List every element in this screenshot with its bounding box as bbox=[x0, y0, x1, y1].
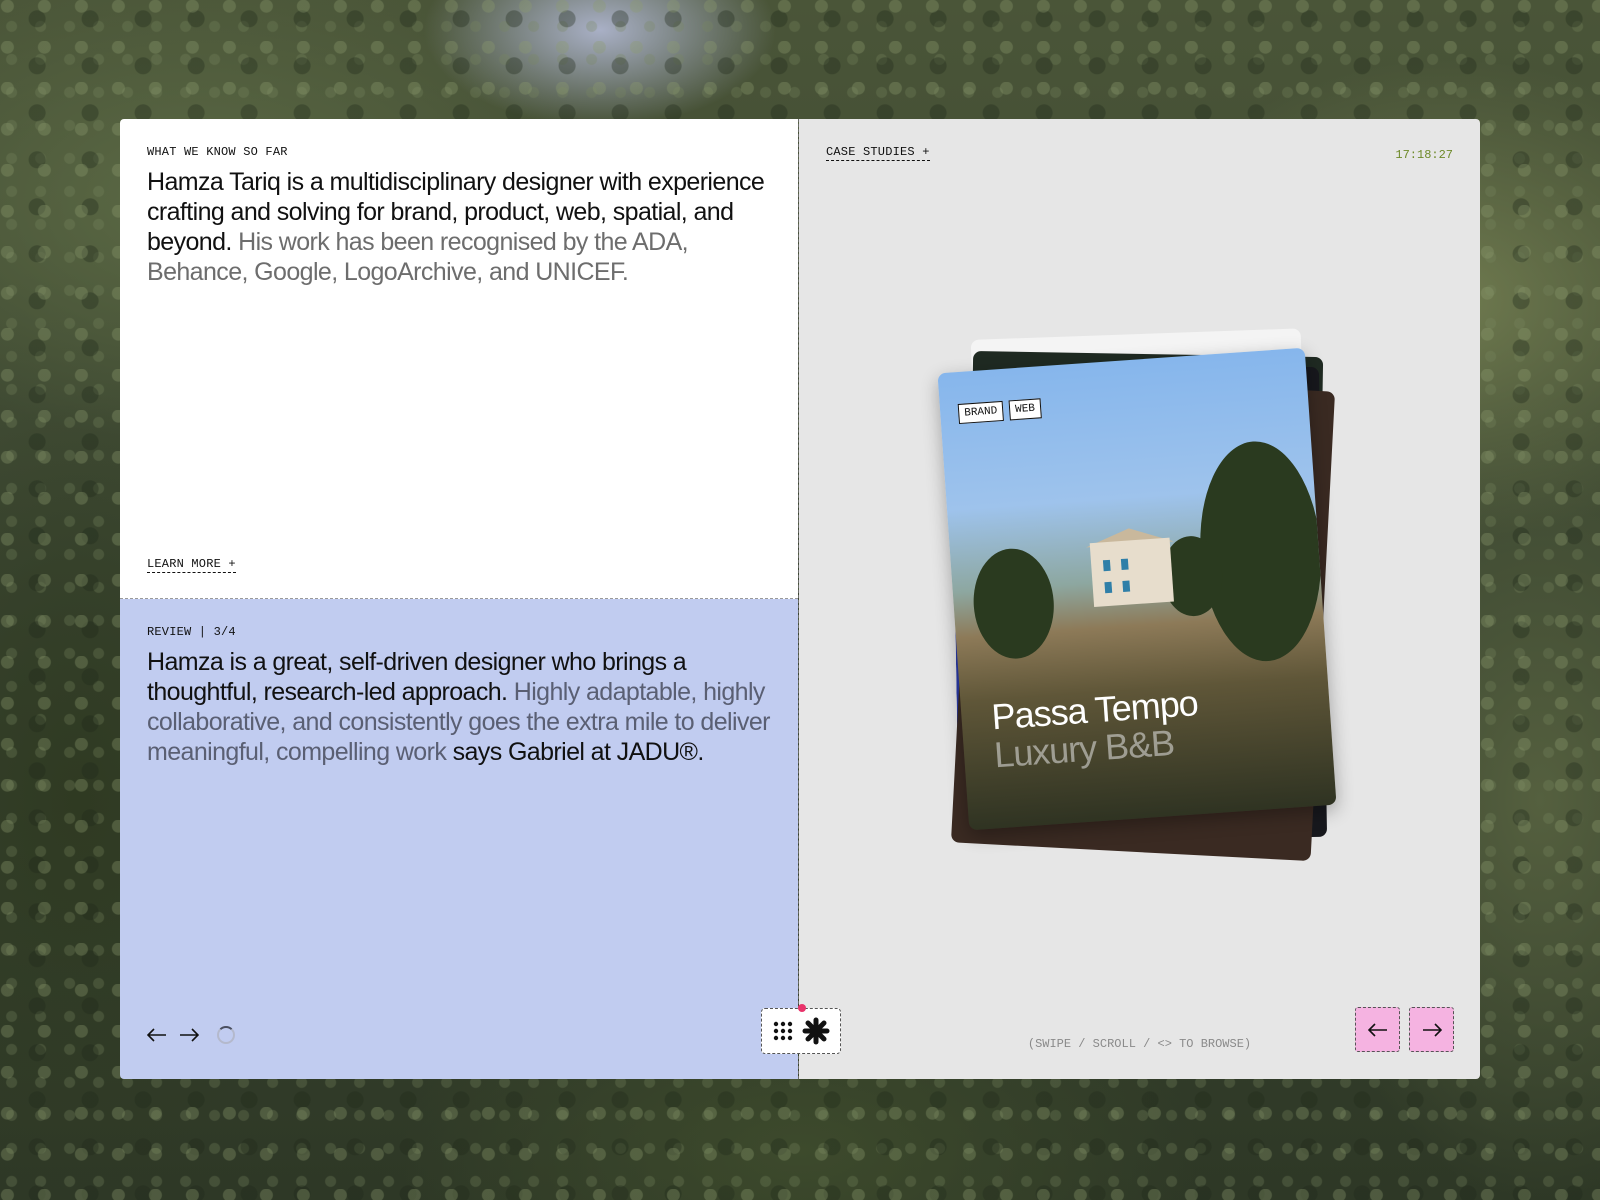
next-case-button[interactable] bbox=[1409, 1007, 1454, 1052]
review-section: REVIEW | 3/4 Hamza is a great, self-driv… bbox=[120, 599, 798, 1079]
spinner-icon bbox=[217, 1026, 235, 1044]
review-label: REVIEW | 3/4 bbox=[147, 625, 236, 639]
asterisk-icon[interactable] bbox=[802, 1017, 830, 1045]
learn-more-link[interactable]: LEARN MORE + bbox=[147, 557, 236, 573]
cover-photo-house bbox=[1089, 537, 1174, 608]
case-study-card[interactable]: BRAND WEB Passa Tempo Luxury B&B bbox=[937, 347, 1337, 831]
arrow-left-icon bbox=[1367, 1022, 1387, 1037]
left-column: WHAT WE KNOW SO FAR Hamza Tariq is a mul… bbox=[120, 119, 799, 1079]
review-nav bbox=[147, 1025, 235, 1045]
notification-dot bbox=[798, 1004, 806, 1012]
case-study-stack[interactable]: BRAND WEB Passa Tempo Luxury B&B bbox=[937, 328, 1339, 862]
grid-icon[interactable] bbox=[772, 1020, 794, 1042]
arrow-right-icon[interactable] bbox=[179, 1025, 199, 1045]
about-section: WHAT WE KNOW SO FAR Hamza Tariq is a mul… bbox=[120, 119, 798, 599]
card-title: Passa Tempo Luxury B&B bbox=[990, 682, 1201, 775]
about-text: Hamza Tariq is a multidisciplinary desig… bbox=[147, 167, 771, 287]
review-attribution: says Gabriel at JADU®. bbox=[452, 738, 705, 766]
tag-brand: BRAND bbox=[957, 400, 1004, 425]
case-study-pager bbox=[1355, 1007, 1454, 1052]
case-studies-link[interactable]: CASE STUDIES + bbox=[826, 145, 930, 161]
prev-case-button[interactable] bbox=[1355, 1007, 1400, 1052]
about-label: WHAT WE KNOW SO FAR bbox=[147, 145, 288, 159]
dock-menu[interactable] bbox=[761, 1004, 841, 1054]
cover-photo-tree bbox=[969, 545, 1058, 662]
case-studies-section: CASE STUDIES + 17:18:27 BRAND WEB Passa … bbox=[799, 119, 1480, 1079]
arrow-right-icon bbox=[1422, 1022, 1442, 1037]
card-tags: BRAND WEB bbox=[957, 398, 1042, 425]
review-quote: Hamza is a great, self-driven designer w… bbox=[147, 647, 771, 767]
tag-web: WEB bbox=[1008, 398, 1042, 421]
main-panel: WHAT WE KNOW SO FAR Hamza Tariq is a mul… bbox=[120, 119, 1480, 1079]
clock: 17:18:27 bbox=[1395, 148, 1453, 162]
arrow-left-icon[interactable] bbox=[147, 1025, 167, 1045]
